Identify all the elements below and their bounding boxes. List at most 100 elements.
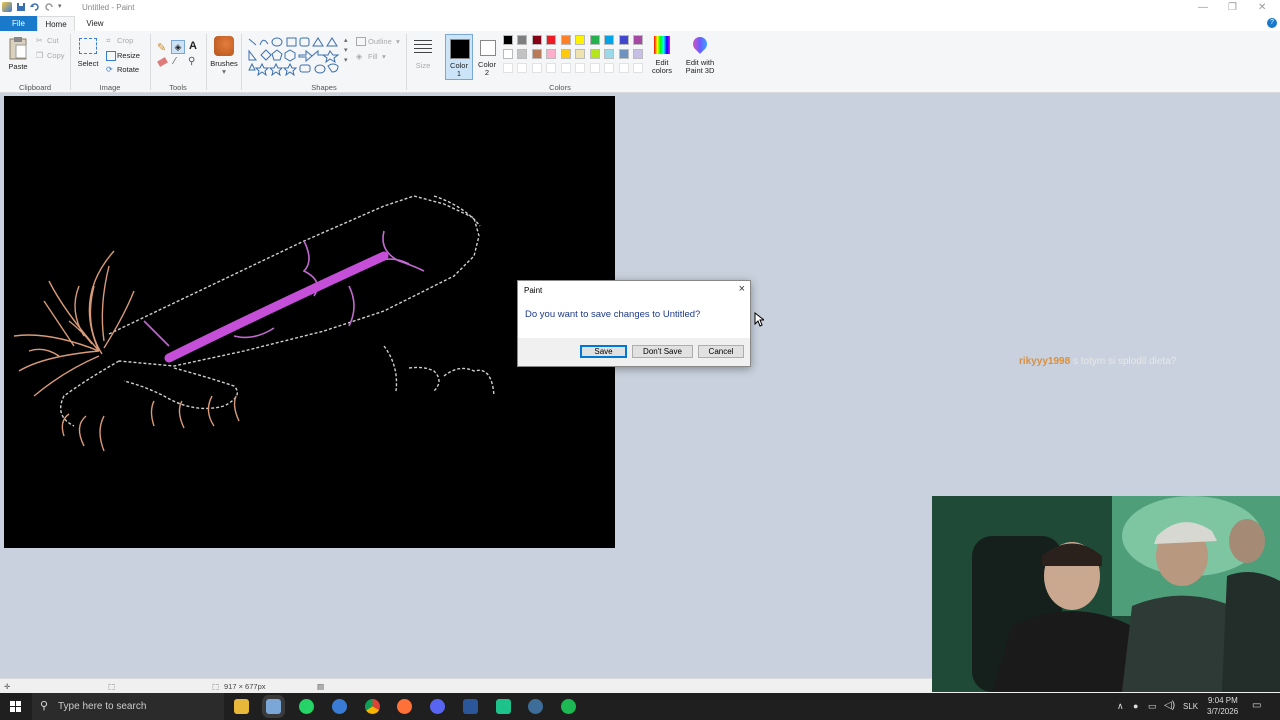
palette-swatch-empty[interactable]: [590, 63, 600, 73]
copy-button[interactable]: Copy: [47, 52, 65, 60]
taskbar-search[interactable]: ⚲ Type here to search: [32, 693, 224, 720]
paint-icon[interactable]: [266, 699, 281, 714]
firefox-icon[interactable]: [397, 699, 412, 714]
brushes-dropdown-icon: ▾: [222, 67, 226, 76]
palette-swatch[interactable]: [633, 49, 643, 59]
app-icon[interactable]: [496, 699, 511, 714]
palette-swatch-empty[interactable]: [575, 63, 585, 73]
palette-swatch[interactable]: [532, 49, 542, 59]
discord-icon[interactable]: [430, 699, 445, 714]
spotify-icon[interactable]: [561, 699, 576, 714]
crop-icon[interactable]: ⌗: [106, 36, 111, 46]
palette-swatch[interactable]: [619, 35, 629, 45]
palette-swatch[interactable]: [575, 35, 585, 45]
palette-swatch[interactable]: [590, 35, 600, 45]
clipboard-group-label: Clipboard: [18, 83, 52, 92]
text-icon[interactable]: A: [189, 40, 197, 52]
dont-save-button[interactable]: Don't Save: [632, 345, 693, 358]
palette-swatch[interactable]: [619, 49, 629, 59]
rotate-icon[interactable]: ⟳: [106, 65, 113, 74]
palette-swatch[interactable]: [575, 49, 585, 59]
outline-button[interactable]: Outline: [368, 38, 392, 46]
tab-view[interactable]: View: [80, 16, 110, 31]
color-picker-icon[interactable]: ⁄: [174, 56, 176, 67]
eraser-icon[interactable]: [157, 57, 168, 67]
color1-button[interactable]: Color 1: [445, 34, 473, 80]
whatsapp-icon[interactable]: [299, 699, 314, 714]
palette-swatch[interactable]: [546, 35, 556, 45]
palette-swatch-empty[interactable]: [503, 63, 513, 73]
save-icon[interactable]: [16, 2, 26, 12]
clock-date[interactable]: 3/7/2026: [1207, 707, 1238, 716]
copy-icon[interactable]: ❐: [36, 51, 43, 60]
palette-swatch-empty[interactable]: [604, 63, 614, 73]
pencil-icon[interactable]: ✎: [157, 41, 166, 54]
brushes-button[interactable]: Brushes ▾: [210, 34, 238, 78]
tab-home[interactable]: Home: [37, 16, 75, 31]
color2-button[interactable]: Color 2: [474, 34, 500, 80]
crop-button[interactable]: Crop: [117, 37, 133, 45]
palette-swatch[interactable]: [532, 35, 542, 45]
cancel-button[interactable]: Cancel: [698, 345, 744, 358]
magnifier-icon[interactable]: ⚲: [188, 56, 195, 67]
qat-dropdown-icon[interactable]: ▾: [58, 2, 68, 12]
palette-swatch[interactable]: [503, 35, 513, 45]
fill-shape-icon[interactable]: ◈: [356, 52, 362, 61]
palette-swatch-empty[interactable]: [619, 63, 629, 73]
shapes-gallery[interactable]: [246, 36, 352, 77]
edit-colors-button[interactable]: Edit colors: [649, 35, 675, 79]
resize-button[interactable]: Resize: [117, 52, 140, 60]
palette-swatch-empty[interactable]: [561, 63, 571, 73]
palette-swatch-empty[interactable]: [633, 63, 643, 73]
clock-time[interactable]: 9:04 PM: [1208, 696, 1238, 705]
microphone-icon[interactable]: ●: [1133, 701, 1138, 711]
palette-swatch[interactable]: [503, 49, 513, 59]
palette-swatch[interactable]: [517, 49, 527, 59]
close-window-icon[interactable]: ✕: [1258, 2, 1266, 13]
help-icon[interactable]: ?: [1267, 18, 1277, 28]
palette-swatch[interactable]: [546, 49, 556, 59]
restore-icon[interactable]: ❐: [1228, 2, 1237, 13]
cut-icon[interactable]: ✂: [36, 36, 43, 45]
resize-icon[interactable]: [106, 51, 116, 61]
minimize-icon[interactable]: —: [1198, 2, 1208, 13]
volume-icon[interactable]: ◁): [1164, 700, 1175, 711]
palette-swatch-empty[interactable]: [546, 63, 556, 73]
dialog-close-icon[interactable]: ×: [739, 283, 745, 295]
tab-file[interactable]: File: [0, 16, 37, 31]
show-hidden-icons-icon[interactable]: ∧: [1117, 701, 1124, 712]
redo-icon[interactable]: [44, 2, 54, 12]
cut-button[interactable]: Cut: [47, 37, 59, 45]
file-explorer-icon[interactable]: [234, 699, 249, 714]
size-button[interactable]: Size: [411, 36, 435, 78]
word-icon[interactable]: [463, 699, 478, 714]
fill-dropdown-icon[interactable]: ▾: [382, 53, 386, 61]
undo-icon[interactable]: [30, 2, 40, 12]
edit-with-paint3d-button[interactable]: Edit with Paint 3D: [681, 34, 719, 79]
save-button[interactable]: Save: [580, 345, 627, 358]
palette-swatch-empty[interactable]: [532, 63, 542, 73]
fill-icon[interactable]: ◈: [171, 40, 185, 54]
notifications-icon[interactable]: ▭: [1252, 700, 1261, 711]
palette-swatch-empty[interactable]: [517, 63, 527, 73]
palette-swatch[interactable]: [590, 49, 600, 59]
fill-button[interactable]: Fill: [368, 53, 378, 61]
palette-swatch[interactable]: [561, 49, 571, 59]
steam-icon[interactable]: [528, 699, 543, 714]
chrome-icon[interactable]: [365, 699, 380, 714]
network-icon[interactable]: ▭: [1148, 701, 1157, 712]
outline-dropdown-icon[interactable]: ▾: [396, 38, 400, 46]
palette-swatch[interactable]: [633, 35, 643, 45]
palette-swatch[interactable]: [604, 49, 614, 59]
shapes-scroll-icon[interactable]: ▴ ▾ ▾: [344, 36, 348, 66]
palette-swatch[interactable]: [561, 35, 571, 45]
rotate-button[interactable]: Rotate: [117, 66, 139, 74]
language-indicator[interactable]: SLK: [1183, 702, 1198, 711]
palette-swatch[interactable]: [604, 35, 614, 45]
paste-button[interactable]: Paste: [4, 34, 32, 78]
calendar-icon[interactable]: [332, 699, 347, 714]
select-button[interactable]: Select: [76, 36, 100, 78]
outline-icon[interactable]: [356, 37, 366, 46]
palette-swatch[interactable]: [517, 35, 527, 45]
windows-start-icon[interactable]: [10, 701, 22, 713]
